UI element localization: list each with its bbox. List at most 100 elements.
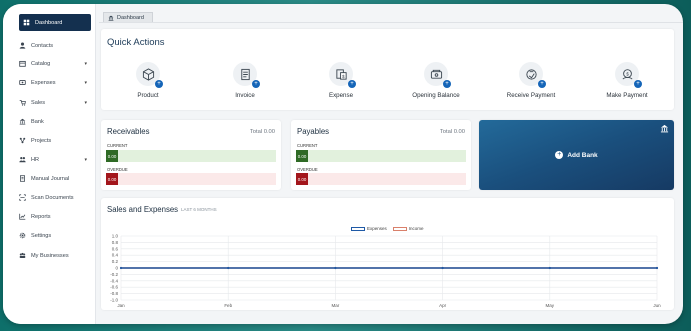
y-tick-label: -0.2 — [110, 272, 118, 277]
sidebar-item-reports[interactable]: Reports — [19, 208, 91, 225]
reports-icon — [19, 213, 26, 220]
plus-icon: + — [538, 80, 546, 88]
sidebar-item-hr[interactable]: HR ▾ — [19, 151, 91, 168]
add-bank-button[interactable]: + Add Bank — [479, 120, 674, 190]
sidebar-item-label: Reports — [31, 213, 51, 220]
dashboard-icon — [23, 19, 30, 26]
sales-icon — [19, 99, 26, 106]
contacts-icon — [19, 42, 26, 49]
legend-expenses-label: Expenses — [367, 226, 387, 231]
current-value: 0.00 — [296, 150, 308, 162]
sales-expenses-chart: 1.00.80.6 0.40.2 0-0.2-0.4 -0.6-0.8 -1.0Jan F… — [110, 234, 661, 309]
tab-dashboard[interactable]: Dashboard — [103, 12, 153, 22]
current-label: CURRENT — [107, 143, 128, 148]
plus-icon: + — [555, 151, 564, 159]
quick-action-label: Make Payment — [606, 92, 648, 99]
sidebar-item-scan-documents[interactable]: Scan Documents — [19, 189, 91, 206]
legend-income[interactable]: Income — [392, 226, 424, 231]
quick-action-receive-payment[interactable]: + Receive Payment — [501, 62, 561, 99]
x-tick-label: Apr — [439, 303, 447, 308]
quick-action-label: Invoice — [235, 92, 255, 99]
sidebar-item-label: My Businesses — [31, 252, 69, 259]
legend-income-label: Income — [408, 226, 424, 231]
sidebar-item-expenses[interactable]: Expenses ▾ — [19, 74, 91, 91]
y-tick-label: -0.6 — [110, 285, 118, 290]
quick-action-opening-balance[interactable]: + Opening Balance — [406, 62, 466, 99]
y-tick-label: -0.4 — [110, 278, 118, 283]
sidebar-item-label: HR — [31, 156, 40, 163]
scan-icon — [19, 194, 26, 201]
expense-icon: $ — [335, 68, 347, 80]
quick-action-make-payment[interactable]: $ + Make Payment — [597, 62, 657, 99]
data-point-expenses — [548, 266, 551, 270]
sidebar-item-contacts[interactable]: Contacts — [19, 37, 91, 54]
chevron-down-icon: ▾ — [84, 156, 87, 163]
chevron-down-icon: ▾ — [84, 99, 87, 106]
overdue-label: OVERDUE — [297, 167, 318, 172]
sidebar-item-label: Contacts — [31, 42, 54, 49]
plus-icon: + — [634, 80, 642, 88]
quick-action-invoice[interactable]: + Invoice — [215, 62, 275, 99]
quick-action-circle: + — [233, 62, 260, 88]
sales-expenses-subtitle: LAST 6 MONTHS — [181, 207, 217, 212]
sidebar-item-my-businesses[interactable]: My Businesses — [19, 247, 91, 264]
plus-icon: + — [348, 80, 356, 88]
payables-total: Total 0.00 — [439, 129, 465, 135]
chevron-down-icon: ▾ — [84, 60, 87, 67]
sidebar-item-projects[interactable]: Projects — [19, 132, 91, 149]
x-tick-label: May — [546, 303, 555, 308]
quick-action-label: Receive Payment — [506, 92, 556, 99]
catalog-icon — [19, 60, 26, 67]
x-tick-label: Jun — [653, 303, 661, 308]
receivables-card[interactable]: Receivables Total 0.00 CURRENT 0.00 OVER… — [101, 120, 281, 190]
x-tick-label: Mar — [332, 303, 340, 308]
add-bank-label: Add Bank — [567, 151, 598, 159]
product-icon — [142, 67, 154, 81]
quick-action-circle: + — [424, 62, 451, 88]
svg-text:$: $ — [626, 71, 629, 76]
app-window: Dashboard Contacts Catalog ▾ Expenses ▾ … — [3, 4, 683, 324]
data-point-expenses — [655, 266, 659, 270]
x-tick-label: Feb — [224, 303, 232, 308]
sidebar-item-bank[interactable]: Bank — [19, 113, 91, 130]
main-content: Dashboard Quick Actions + Product + Invo… — [96, 4, 683, 324]
sidebar-item-dashboard[interactable]: Dashboard — [19, 14, 91, 31]
y-tick-label: -1.0 — [110, 298, 118, 303]
legend-expenses[interactable]: Expenses — [351, 226, 387, 231]
plus-icon: + — [252, 80, 260, 88]
quick-actions-card: Quick Actions + Product + Invoice $ + Ex… — [101, 29, 674, 110]
sidebar-item-label: Scan Documents — [31, 194, 74, 201]
y-tick-label: 0.2 — [112, 259, 119, 264]
sidebar-item-label: Expenses — [31, 79, 56, 86]
payables-current-bar: 0.00 — [296, 150, 466, 162]
sidebar-item-label: Catalog — [31, 60, 51, 67]
data-point-expenses — [334, 266, 337, 270]
sidebar-item-label: Manual Journal — [31, 175, 70, 182]
y-tick-label: 0.6 — [112, 246, 119, 251]
sidebar-item-label: Dashboard — [35, 19, 63, 26]
bank-icon — [19, 118, 26, 125]
quick-action-product[interactable]: + Product — [118, 62, 178, 99]
quick-action-expense[interactable]: $ + Expense — [311, 62, 371, 99]
sales-expenses-card: Sales and Expenses LAST 6 MONTHS Expense… — [101, 198, 674, 310]
sidebar-item-label: Settings — [31, 232, 52, 239]
payables-title: Payables — [297, 127, 330, 136]
quick-action-circle: $ + — [615, 62, 642, 88]
receivables-title: Receivables — [107, 127, 150, 136]
receivables-current-bar: 0.00 — [106, 150, 276, 162]
payables-card[interactable]: Payables Total 0.00 CURRENT 0.00 OVERDUE… — [291, 120, 471, 190]
quick-actions-title: Quick Actions — [107, 37, 165, 48]
sidebar-item-sales[interactable]: Sales ▾ — [19, 94, 91, 111]
data-point-expenses — [227, 266, 230, 270]
quick-action-label: Opening Balance — [412, 92, 460, 99]
settings-icon — [19, 232, 26, 239]
sidebar-item-catalog[interactable]: Catalog ▾ — [19, 55, 91, 72]
data-point-expenses — [441, 266, 444, 270]
sales-expenses-title: Sales and Expenses — [107, 205, 179, 214]
sidebar-item-manual-journal[interactable]: Manual Journal — [19, 170, 91, 187]
sidebar-item-settings[interactable]: Settings — [19, 227, 91, 244]
quick-action-label: Expense — [328, 92, 354, 99]
journal-icon — [19, 175, 26, 182]
quick-action-circle: + — [136, 62, 163, 88]
projects-icon — [19, 137, 26, 144]
